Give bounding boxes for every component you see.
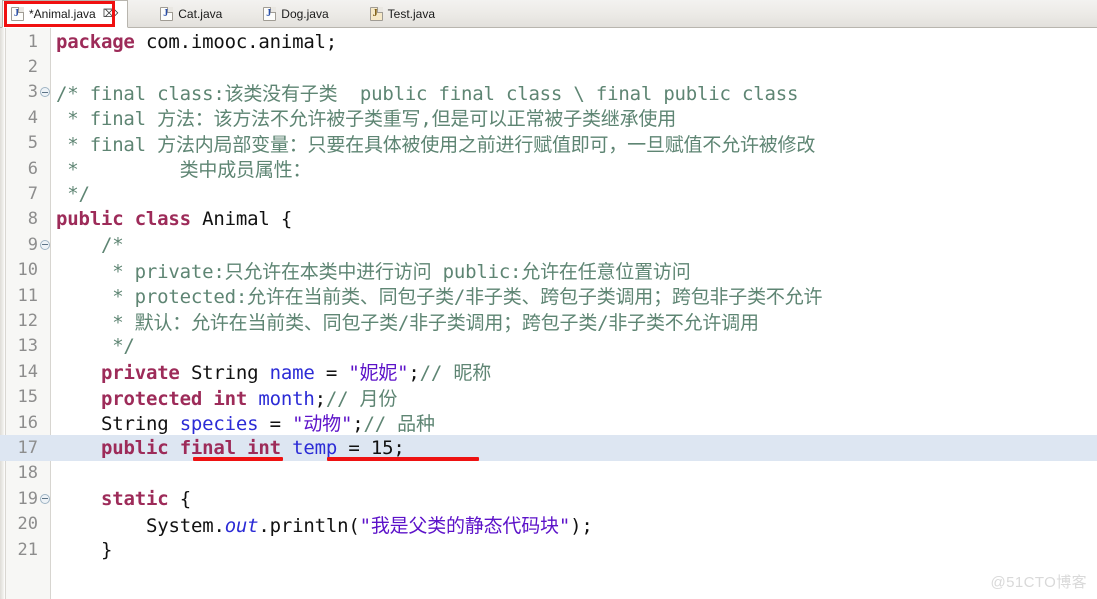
code-text: public final int temp = 15; xyxy=(101,436,405,459)
code-text: /* xyxy=(56,233,124,256)
code-text: static { xyxy=(101,487,191,510)
code-line[interactable]: 16 String species = "动物";// 品种 xyxy=(0,410,1097,436)
tab-label: Test.java xyxy=(387,7,436,21)
tab-animal-java[interactable]: *Animal.java ⌦ xyxy=(2,0,129,28)
line-number: 8 xyxy=(27,209,38,230)
line-number: 2 xyxy=(27,57,38,78)
code-text: public class Animal { xyxy=(56,208,293,231)
code-text: System.out.println("我是父类的静态代码块"); xyxy=(146,514,593,537)
line-number: 15 xyxy=(17,387,38,408)
code-text: /* final class:该类没有子类 public final class… xyxy=(56,82,799,105)
code-lines: 1 package com.imooc.animal; 2 3/* final cla… xyxy=(0,28,1097,562)
code-line[interactable]: 5 * final 方法内局部变量：只要在具体被使用之前进行赋值即可，一旦赋值不… xyxy=(0,131,1097,156)
code-text: */ xyxy=(56,335,135,358)
underline-annotation-final-int xyxy=(193,456,283,461)
code-text: */ xyxy=(56,183,90,206)
underline-annotation-temp-assignment xyxy=(327,456,479,461)
eclipse-editor-window: *Animal.java ⌦ Cat.java Dog.java Test.ja… xyxy=(0,0,1097,599)
java-file-icon xyxy=(263,7,277,21)
code-text: String species = "动物";// 品种 xyxy=(101,413,435,436)
tab-spacer xyxy=(231,0,255,27)
line-number: 7 xyxy=(27,184,38,205)
code-line[interactable]: 18 xyxy=(0,461,1097,486)
code-line[interactable]: 14 private String name = "妮妮";// 昵称 xyxy=(0,359,1097,385)
code-line[interactable]: 10 * private:只允许在本类中进行访问 public:允许在任意位置访… xyxy=(0,258,1097,283)
tab-spacer xyxy=(338,0,362,27)
code-text: } xyxy=(101,538,113,561)
line-number: 21 xyxy=(17,539,38,560)
code-line[interactable]: 21 } xyxy=(0,537,1097,562)
fold-collapse-icon[interactable] xyxy=(40,493,50,504)
java-file-icon xyxy=(160,7,174,21)
tab-label: *Animal.java xyxy=(29,7,96,21)
code-text: * protected:允许在当前类、同包子类/非子类、跨包子类调用；跨包非子类… xyxy=(56,286,823,309)
line-number: 17 xyxy=(17,437,38,458)
code-line[interactable]: 20 System.out.println("我是父类的静态代码块"); xyxy=(0,511,1097,537)
editor-tab-bar: *Animal.java ⌦ Cat.java Dog.java Test.ja… xyxy=(0,0,1097,28)
code-line[interactable]: 7 */ xyxy=(0,181,1097,206)
code-line[interactable]: 4 * final 方法：该方法不允许被子类重写,但是可以正常被子类继承使用 xyxy=(0,105,1097,131)
code-line[interactable]: 3/* final class:该类没有子类 public final clas… xyxy=(0,80,1097,105)
code-text: * private:只允许在本类中进行访问 public:允许在任意位置访问 xyxy=(56,260,691,283)
code-line[interactable]: 6 * 类中成员属性： xyxy=(0,156,1097,182)
code-line[interactable]: 19 static { xyxy=(0,486,1097,511)
fold-collapse-icon[interactable] xyxy=(40,87,50,98)
line-number: 12 xyxy=(17,310,38,331)
line-number: 20 xyxy=(17,514,38,535)
line-number: 9 xyxy=(0,235,51,255)
line-number: 5 xyxy=(27,133,38,154)
code-line[interactable]: 17 public final int temp = 15; xyxy=(0,435,1097,461)
code-text: * final 方法内局部变量：只要在具体被使用之前进行赋值即可，一旦赋值不允许… xyxy=(56,133,816,156)
tab-cat-java[interactable]: Cat.java xyxy=(152,0,231,28)
fold-collapse-icon[interactable] xyxy=(40,239,50,250)
line-number: 3 xyxy=(0,82,51,102)
line-number: 19 xyxy=(0,489,51,509)
watermark: @51CTO博客 xyxy=(990,574,1087,591)
code-text: protected int month;// 月份 xyxy=(101,387,398,410)
code-line[interactable]: 12 * 默认：允许在当前类、同包子类/非子类调用；跨包子类/非子类不允许调用 xyxy=(0,308,1097,334)
line-number: 14 xyxy=(17,361,38,382)
tab-label: Dog.java xyxy=(281,7,329,21)
code-text: package com.imooc.animal; xyxy=(56,30,338,53)
close-icon[interactable]: ⌦ xyxy=(103,8,119,20)
line-number: 4 xyxy=(27,107,38,128)
tab-test-java[interactable]: Test.java xyxy=(362,0,444,28)
code-text: * 类中成员属性： xyxy=(56,159,312,182)
line-number: 10 xyxy=(17,260,38,281)
line-number: 18 xyxy=(17,463,38,484)
line-number: 1 xyxy=(27,31,38,52)
line-number: 13 xyxy=(17,336,38,357)
tab-dog-java[interactable]: Dog.java xyxy=(255,0,337,28)
code-line[interactable]: 8 public class Animal { xyxy=(0,207,1097,232)
java-file-locked-icon xyxy=(369,7,383,21)
tab-label: Cat.java xyxy=(178,7,223,21)
code-text: * 默认：允许在当前类、同包子类/非子类调用；跨包子类/非子类不允许调用 xyxy=(56,311,759,334)
code-text: private String name = "妮妮";// 昵称 xyxy=(101,362,491,385)
line-number: 16 xyxy=(17,412,38,433)
line-number: 6 xyxy=(27,158,38,179)
line-number: 11 xyxy=(17,285,38,306)
code-text: * final 方法：该方法不允许被子类重写,但是可以正常被子类继承使用 xyxy=(56,108,676,131)
code-line[interactable]: 15 protected int month;// 月份 xyxy=(0,384,1097,410)
code-line[interactable]: 2 xyxy=(0,54,1097,79)
code-line[interactable]: 11 * protected:允许在当前类、同包子类/非子类、跨包子类调用；跨包… xyxy=(0,283,1097,309)
code-editor-area[interactable]: 1 package com.imooc.animal; 2 3/* final cla… xyxy=(0,28,1097,599)
code-line[interactable]: 1 package com.imooc.animal; xyxy=(0,29,1097,54)
tab-spacer xyxy=(128,0,152,27)
code-line[interactable]: 13 */ xyxy=(0,334,1097,359)
code-line[interactable]: 9 /* xyxy=(0,232,1097,257)
java-file-icon xyxy=(11,7,24,21)
